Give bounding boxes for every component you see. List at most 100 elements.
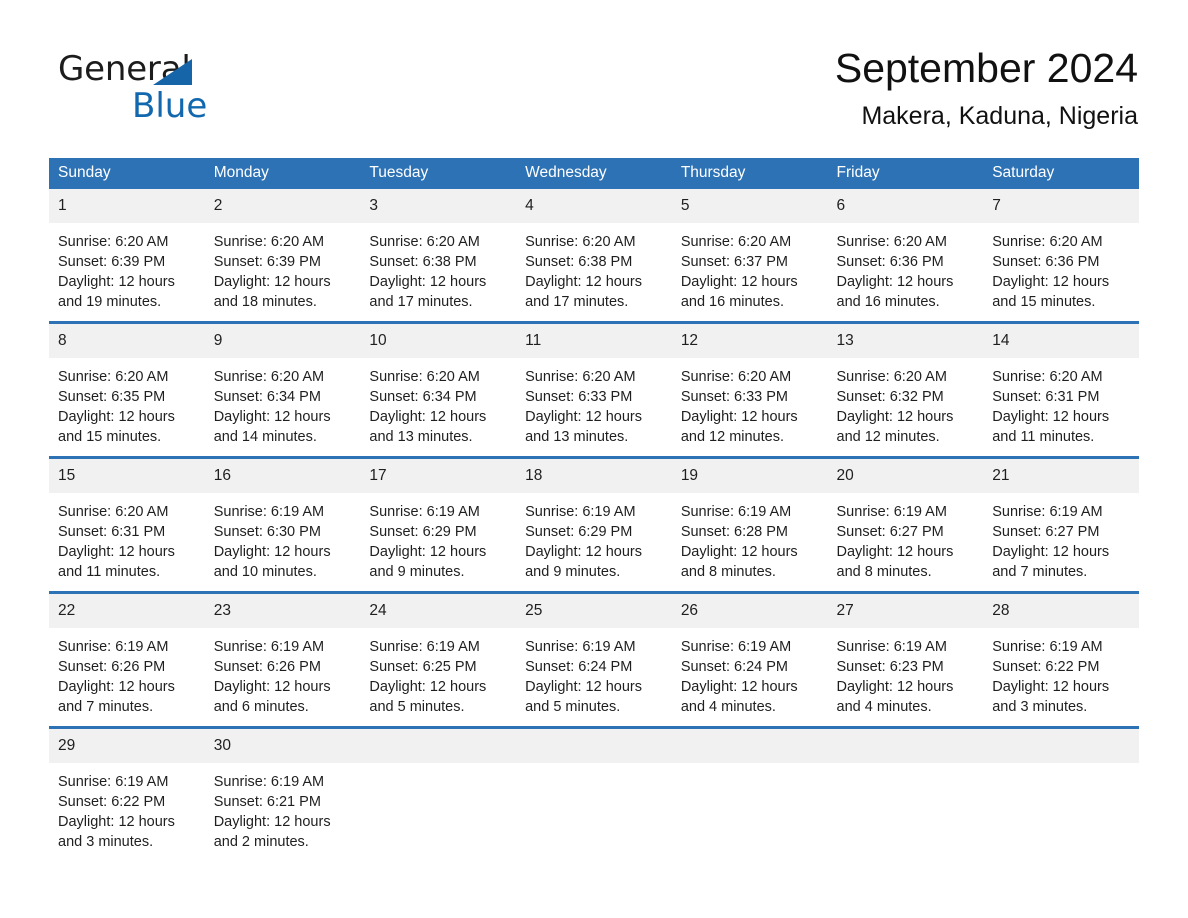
calendar-body: 1 Sunrise: 6:20 AM Sunset: 6:39 PM Daylight…	[49, 188, 1139, 861]
sunset-text: Sunset: 6:31 PM	[992, 388, 1100, 405]
day-cell-empty	[516, 725, 672, 861]
day-cell[interactable]: 20 Sunrise: 6:19 AM Sunset: 6:27 PM Dayligh…	[827, 455, 984, 592]
daylight-text: Daylight: 12 hours and 17 minutes.	[369, 273, 487, 311]
day-cell[interactable]: 1 Sunrise: 6:20 AM Sunset: 6:39 PM Daylight…	[49, 188, 205, 323]
sunset-text: Sunset: 6:30 PM	[213, 523, 321, 540]
day-number: 20	[827, 458, 984, 493]
day-number: 29	[49, 728, 205, 763]
sunset-text: Sunset: 6:27 PM	[992, 523, 1100, 540]
sunset-text: Sunset: 6:39 PM	[213, 253, 321, 270]
weekday-header-friday: Friday	[827, 158, 984, 189]
sunset-text: Sunset: 6:29 PM	[525, 523, 633, 540]
day-number: 28	[983, 593, 1139, 628]
week-row: 8 Sunrise: 6:20 AM Sunset: 6:35 PM Daylight…	[49, 320, 1139, 457]
daylight-text: Daylight: 12 hours and 5 minutes.	[525, 678, 642, 716]
day-cell[interactable]: 28 Sunrise: 6:19 AM Sunset: 6:22 PM Dayligh…	[983, 590, 1139, 727]
daylight-text: Daylight: 12 hours and 16 minutes.	[680, 273, 798, 311]
daylight-text: Daylight: 12 hours and 13 minutes.	[369, 408, 487, 446]
day-cell[interactable]: 12 Sunrise: 6:20 AM Sunset: 6:33 PM Dayligh…	[671, 320, 828, 457]
day-cell[interactable]: 16 Sunrise: 6:19 AM Sunset: 6:30 PM Dayligh…	[204, 455, 361, 592]
weekday-header-monday: Monday	[204, 158, 361, 189]
day-number	[671, 728, 828, 763]
day-cell[interactable]: 9 Sunrise: 6:20 AM Sunset: 6:34 PM Daylight…	[204, 320, 361, 457]
day-cell[interactable]: 6 Sunrise: 6:20 AM Sunset: 6:36 PM Daylight…	[827, 188, 984, 323]
sunrise-text: Sunrise: 6:20 AM	[213, 368, 325, 385]
sunset-text: Sunset: 6:39 PM	[58, 253, 166, 270]
day-cell-empty	[827, 725, 984, 861]
day-details: Sunrise: 6:20 AM Sunset: 6:31 PM Daylight:…	[49, 493, 205, 583]
day-cell[interactable]: 4 Sunrise: 6:20 AM Sunset: 6:38 PM Daylight…	[516, 188, 672, 323]
day-number: 1	[49, 188, 205, 223]
sunset-text: Sunset: 6:36 PM	[836, 253, 944, 270]
weekday-header-wednesday: Wednesday	[516, 158, 672, 189]
sunset-text: Sunset: 6:38 PM	[369, 253, 477, 270]
day-number: 27	[827, 593, 984, 628]
day-cell[interactable]: 27 Sunrise: 6:19 AM Sunset: 6:23 PM Dayligh…	[827, 590, 984, 727]
sunset-text: Sunset: 6:32 PM	[836, 388, 944, 405]
day-cell[interactable]: 2 Sunrise: 6:20 AM Sunset: 6:39 PM Daylight…	[204, 188, 361, 323]
daylight-text: Daylight: 12 hours and 16 minutes.	[836, 273, 954, 311]
sunset-text: Sunset: 6:37 PM	[680, 253, 789, 270]
day-cell[interactable]: 21 Sunrise: 6:19 AM Sunset: 6:27 PM Dayligh…	[983, 455, 1139, 592]
daylight-text: Daylight: 12 hours and 17 minutes.	[525, 273, 642, 311]
day-cell[interactable]: 7 Sunrise: 6:20 AM Sunset: 6:36 PM Daylight…	[983, 188, 1139, 323]
general-blue-logo: General Blue	[58, 52, 258, 124]
sunset-text: Sunset: 6:21 PM	[213, 793, 321, 810]
day-cell[interactable]: 25 Sunrise: 6:19 AM Sunset: 6:24 PM Dayligh…	[516, 590, 672, 727]
sunset-text: Sunset: 6:38 PM	[525, 253, 633, 270]
day-number: 25	[516, 593, 672, 628]
day-cell[interactable]: 13 Sunrise: 6:20 AM Sunset: 6:32 PM Dayligh…	[827, 320, 984, 457]
sunrise-text: Sunrise: 6:19 AM	[680, 503, 792, 520]
day-cell[interactable]: 15 Sunrise: 6:20 AM Sunset: 6:31 PM Dayligh…	[49, 455, 205, 592]
day-number: 2	[204, 188, 361, 223]
week-row: 29 Sunrise: 6:19 AM Sunset: 6:22 PM Dayligh…	[49, 725, 1139, 861]
day-cell[interactable]: 8 Sunrise: 6:20 AM Sunset: 6:35 PM Daylight…	[49, 320, 205, 457]
sunset-text: Sunset: 6:26 PM	[213, 658, 321, 675]
day-details: Sunrise: 6:20 AM Sunset: 6:37 PM Daylight:…	[672, 223, 828, 313]
day-cell[interactable]: 26 Sunrise: 6:19 AM Sunset: 6:24 PM Dayligh…	[671, 590, 828, 727]
day-cell[interactable]: 24 Sunrise: 6:19 AM Sunset: 6:25 PM Dayligh…	[360, 590, 517, 727]
daylight-text: Daylight: 12 hours and 12 minutes.	[680, 408, 798, 446]
day-details: Sunrise: 6:20 AM Sunset: 6:36 PM Daylight:…	[828, 223, 984, 313]
sunset-text: Sunset: 6:36 PM	[992, 253, 1100, 270]
logo-triangle-icon	[153, 59, 192, 85]
sunrise-text: Sunrise: 6:20 AM	[680, 368, 792, 385]
sunset-text: Sunset: 6:31 PM	[58, 523, 166, 540]
day-cell[interactable]: 11 Sunrise: 6:20 AM Sunset: 6:33 PM Dayligh…	[516, 320, 672, 457]
daylight-text: Daylight: 12 hours and 10 minutes.	[213, 543, 331, 581]
day-cell[interactable]: 17 Sunrise: 6:19 AM Sunset: 6:29 PM Dayligh…	[360, 455, 517, 592]
week-row: 22 Sunrise: 6:19 AM Sunset: 6:26 PM Dayligh…	[49, 590, 1139, 727]
sunset-text: Sunset: 6:34 PM	[213, 388, 321, 405]
day-cell[interactable]: 29 Sunrise: 6:19 AM Sunset: 6:22 PM Dayligh…	[49, 725, 205, 861]
daylight-text: Daylight: 12 hours and 9 minutes.	[369, 543, 487, 581]
page-title: September 2024	[834, 45, 1138, 91]
sunrise-text: Sunrise: 6:19 AM	[213, 503, 325, 520]
day-cell[interactable]: 30 Sunrise: 6:19 AM Sunset: 6:21 PM Dayligh…	[204, 725, 361, 861]
sunrise-sunset-calendar-table: Sunday Monday Tuesday Wednesday Thursday…	[49, 158, 1139, 861]
day-cell[interactable]: 14 Sunrise: 6:20 AM Sunset: 6:31 PM Dayligh…	[983, 320, 1139, 457]
sunset-text: Sunset: 6:23 PM	[836, 658, 944, 675]
day-cell[interactable]: 5 Sunrise: 6:20 AM Sunset: 6:37 PM Daylight…	[671, 188, 828, 323]
day-cell[interactable]: 23 Sunrise: 6:19 AM Sunset: 6:26 PM Dayligh…	[204, 590, 361, 727]
daylight-text: Daylight: 12 hours and 3 minutes.	[58, 813, 175, 851]
daylight-text: Daylight: 12 hours and 3 minutes.	[992, 678, 1110, 716]
day-cell[interactable]: 3 Sunrise: 6:20 AM Sunset: 6:38 PM Daylight…	[360, 188, 517, 323]
day-number: 30	[204, 728, 361, 763]
sunrise-text: Sunrise: 6:20 AM	[525, 233, 636, 250]
weekday-header-row: Sunday Monday Tuesday Wednesday Thursday…	[49, 158, 1139, 189]
logo-text-general: General	[58, 52, 258, 88]
daylight-text: Daylight: 12 hours and 13 minutes.	[525, 408, 642, 446]
day-number: 7	[983, 188, 1139, 223]
day-cell[interactable]: 18 Sunrise: 6:19 AM Sunset: 6:29 PM Dayligh…	[516, 455, 672, 592]
day-cell[interactable]: 19 Sunrise: 6:19 AM Sunset: 6:28 PM Dayligh…	[671, 455, 828, 592]
sunset-text: Sunset: 6:25 PM	[369, 658, 477, 675]
day-cell[interactable]: 22 Sunrise: 6:19 AM Sunset: 6:26 PM Dayligh…	[49, 590, 205, 727]
day-details: Sunrise: 6:19 AM Sunset: 6:29 PM Daylight:…	[516, 493, 672, 583]
day-number: 21	[983, 458, 1139, 493]
day-number: 14	[983, 323, 1139, 358]
page-header: General Blue September 2024 Makera, Kadu…	[0, 0, 1188, 130]
sunset-text: Sunset: 6:22 PM	[992, 658, 1100, 675]
day-cell[interactable]: 10 Sunrise: 6:20 AM Sunset: 6:34 PM Dayligh…	[360, 320, 517, 457]
day-details: Sunrise: 6:20 AM Sunset: 6:38 PM Daylight:…	[360, 223, 516, 313]
sunset-text: Sunset: 6:35 PM	[58, 388, 166, 405]
